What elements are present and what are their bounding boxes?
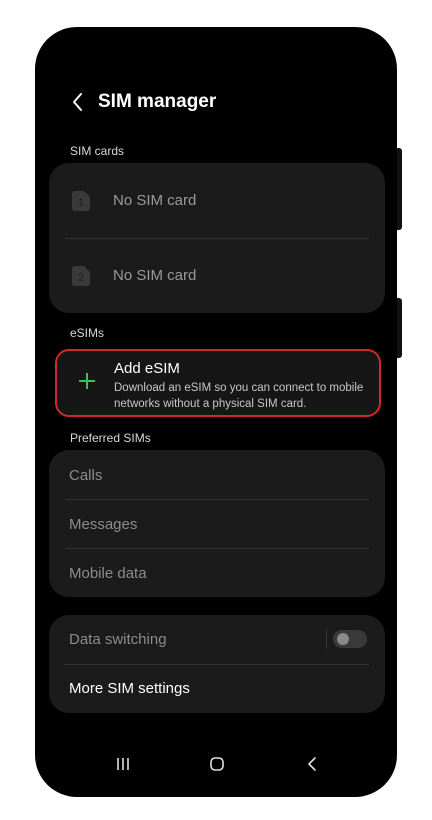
sim-card-icon: 2 (72, 266, 90, 286)
preferred-mobile-data[interactable]: Mobile data (49, 549, 385, 597)
section-label-preferred-sims: Preferred SIMs (70, 431, 151, 445)
header: SIM manager (35, 83, 397, 123)
home-icon (210, 757, 224, 771)
page-title: SIM manager (98, 91, 217, 112)
preferred-messages[interactable]: Messages (49, 500, 385, 548)
data-switching-toggle[interactable] (333, 630, 367, 648)
add-esim-description: Download an eSIM so you can connect to m… (114, 382, 364, 410)
settings-card: Data switching More SIM settings (49, 615, 385, 713)
sim-slot-number: 1 (78, 198, 84, 209)
more-sim-settings-row[interactable]: More SIM settings (49, 665, 385, 713)
home-button[interactable] (197, 749, 237, 779)
preferred-calls[interactable]: Calls (49, 450, 385, 499)
add-esim-button[interactable]: Add eSIM Download an eSIM so you can con… (55, 349, 381, 417)
nav-back-icon (308, 757, 316, 771)
plus-icon (79, 373, 95, 389)
more-sim-settings-label: More SIM settings (69, 680, 190, 697)
phone-screen: SIM manager SIM cards 1 No SIM card 2 No… (35, 27, 397, 797)
navigation-bar (35, 749, 397, 779)
section-label-sim-cards: SIM cards (70, 144, 125, 158)
sim-card-icon: 1 (72, 191, 90, 211)
sim-slot-label: No SIM card (113, 192, 197, 209)
data-switching-row[interactable]: Data switching (49, 615, 385, 664)
back-icon (73, 93, 82, 111)
sim-cards-card: 1 No SIM card 2 No SIM card (49, 163, 385, 313)
sim-slot-label: No SIM card (113, 267, 197, 284)
volume-button (397, 148, 402, 230)
section-label-esims: eSIMs (70, 326, 105, 340)
preferred-sims-card: Calls Messages Mobile data (49, 450, 385, 597)
preferred-item-label: Messages (69, 516, 138, 533)
preferred-item-label: Calls (69, 467, 103, 484)
recents-button[interactable] (103, 749, 143, 779)
nav-back-button[interactable] (292, 749, 332, 779)
sim-slot-2[interactable]: 2 No SIM card (49, 239, 385, 313)
sim-slot-1[interactable]: 1 No SIM card (49, 163, 385, 238)
preferred-item-label: Mobile data (69, 565, 147, 582)
back-button[interactable] (65, 89, 91, 115)
add-esim-title: Add eSIM (114, 360, 180, 377)
divider (326, 629, 327, 649)
sim-slot-number: 2 (78, 273, 84, 284)
toggle-knob (337, 633, 349, 645)
data-switching-label: Data switching (69, 631, 167, 648)
recents-icon (117, 758, 129, 770)
power-button (397, 298, 402, 358)
